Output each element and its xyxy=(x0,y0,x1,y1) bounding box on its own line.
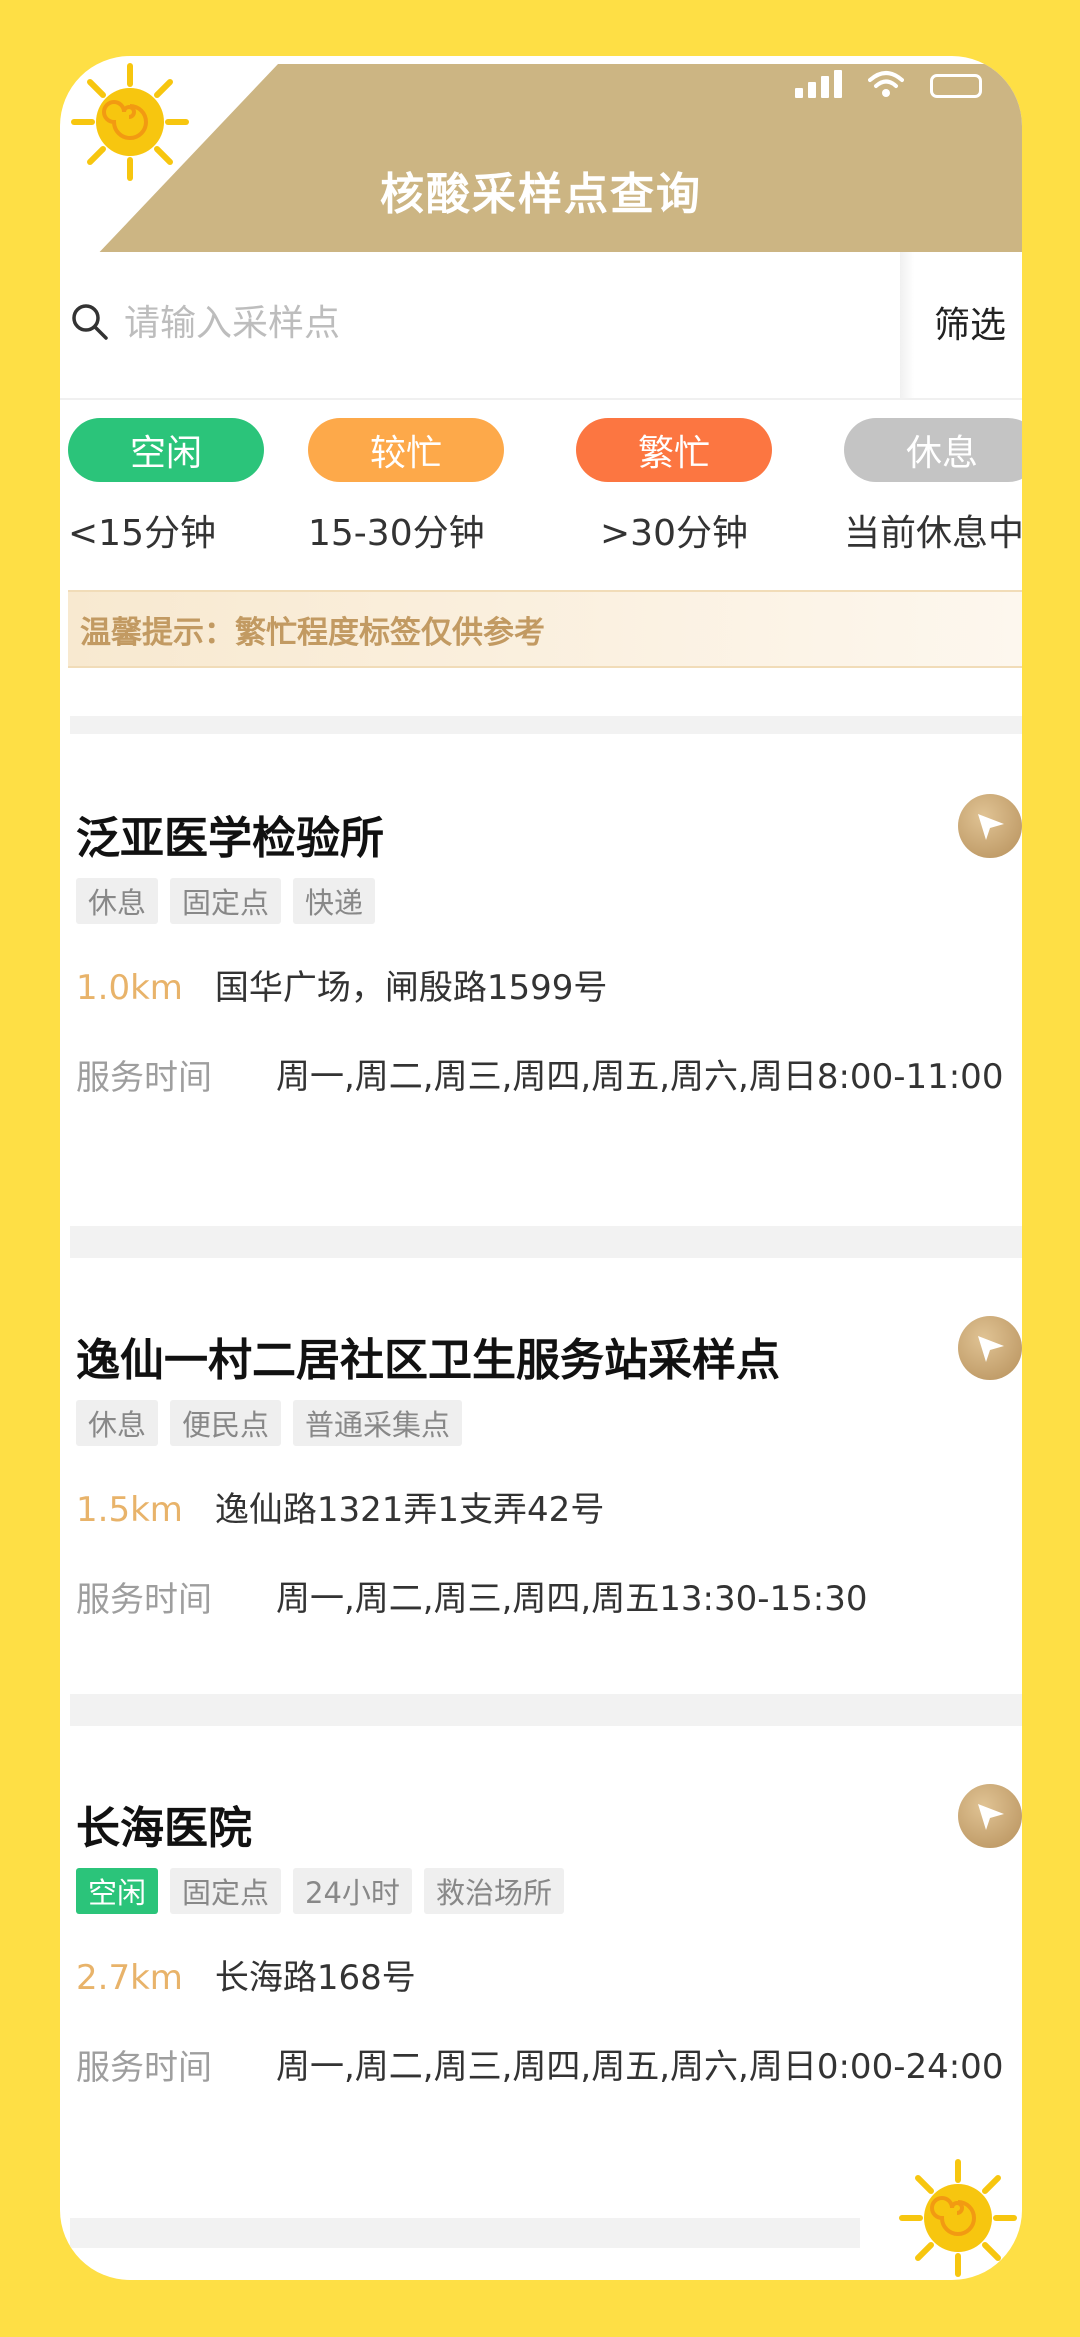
address: 国华广场，闸殷路1599号 xyxy=(214,968,608,1008)
sun-logo xyxy=(71,63,189,181)
site-card[interactable]: 泛亚医学检验所 休息 固定点 快递 1.0km 国华广场，闸殷路1599号 服务时… xyxy=(76,794,1022,1272)
sun-logo xyxy=(899,2159,1017,2277)
service-time-label: 服务时间 xyxy=(76,1580,212,1620)
service-time-label: 服务时间 xyxy=(76,2048,212,2088)
navigate-button[interactable] xyxy=(958,794,1022,858)
status-bar xyxy=(795,70,982,98)
search-icon xyxy=(72,304,108,340)
section-divider xyxy=(70,1226,1022,1258)
section-divider xyxy=(70,2218,860,2248)
battery-icon xyxy=(930,74,982,98)
distance: 2.7km xyxy=(76,1958,183,1998)
tag-feature: 24小时 xyxy=(293,1868,412,1914)
legend-busy: 较忙 15-30分钟 xyxy=(308,418,504,556)
search-input[interactable] xyxy=(122,292,936,354)
tag-type: 便民点 xyxy=(170,1400,282,1446)
address: 长海路168号 xyxy=(214,1958,416,1998)
legend-pill-idle: 空闲 xyxy=(68,418,264,482)
tag-list: 空闲 固定点 24小时 救治场所 xyxy=(76,1868,564,1914)
service-time: 周一,周二,周三,周四,周五,周六,周日8:00-11:00 xyxy=(276,1057,1004,1097)
tag-status: 休息 xyxy=(76,878,159,924)
tag-feature: 救治场所 xyxy=(423,1868,564,1914)
tag-feature: 快递 xyxy=(293,878,376,924)
legend-pill-busy: 较忙 xyxy=(308,418,504,482)
legend-pill-very-busy: 繁忙 xyxy=(576,418,772,482)
page-title: 核酸采样点查询 xyxy=(380,169,702,220)
legend-pill-rest: 休息 xyxy=(844,418,1022,482)
site-name: 泛亚医学检验所 xyxy=(76,813,384,864)
signal-icon xyxy=(795,70,842,98)
service-time-label: 服务时间 xyxy=(76,1058,212,1098)
tag-type: 固定点 xyxy=(170,878,282,924)
site-card[interactable]: 长海医院 空闲 固定点 24小时 救治场所 2.7km 长海路168号 服务时间 … xyxy=(76,1784,1022,2232)
legend-idle: 空闲 <15分钟 xyxy=(68,418,264,556)
app-screen: 核酸采样点查询 筛选 空闲 <15分钟 较忙 15-30分钟 繁忙 >30分钟 … xyxy=(60,56,1022,2280)
site-name: 逸仙一村二居社区卫生服务站采样点 xyxy=(76,1335,780,1386)
tip-banner: 温馨提示：繁忙程度标签仅供参考 xyxy=(68,590,1022,668)
address-row: 1.0km 国华广场，闸殷路1599号 xyxy=(76,960,607,1009)
legend-desc-idle: <15分钟 xyxy=(68,513,216,554)
filter-button[interactable]: 筛选 xyxy=(934,296,1006,348)
search-bar: 筛选 xyxy=(60,252,1022,400)
address: 逸仙路1321弄1支弄42号 xyxy=(214,1490,605,1530)
site-card[interactable]: 逸仙一村二居社区卫生服务站采样点 休息 便民点 普通采集点 1.5km 逸仙路13… xyxy=(76,1316,1022,1724)
legend-rest: 休息 当前休息中 xyxy=(844,418,1022,556)
tag-list: 休息 固定点 快递 xyxy=(76,878,376,924)
service-time: 周一,周二,周三,周四,周五13:30-15:30 xyxy=(276,1579,868,1619)
service-time: 周一,周二,周三,周四,周五,周六,周日0:00-24:00 xyxy=(276,2047,1004,2087)
search-divider xyxy=(900,252,914,398)
wifi-icon xyxy=(868,71,904,97)
legend-desc-busy: 15-30分钟 xyxy=(308,513,485,554)
legend-desc-rest: 当前休息中 xyxy=(844,513,1022,554)
legend-desc-very-busy: >30分钟 xyxy=(600,513,748,554)
site-name: 长海医院 xyxy=(76,1803,252,1854)
navigate-button[interactable] xyxy=(958,1316,1022,1380)
distance: 1.5km xyxy=(76,1490,183,1530)
navigate-button[interactable] xyxy=(958,1784,1022,1848)
navigate-arrow-icon xyxy=(978,1336,1004,1362)
section-divider xyxy=(70,1694,1022,1726)
tag-feature: 普通采集点 xyxy=(293,1400,463,1446)
address-row: 1.5km 逸仙路1321弄1支弄42号 xyxy=(76,1482,604,1531)
section-divider xyxy=(70,716,1022,734)
address-row: 2.7km 长海路168号 xyxy=(76,1950,416,1999)
navigate-arrow-icon xyxy=(978,814,1004,840)
tag-status: 休息 xyxy=(76,1400,159,1446)
navigate-arrow-icon xyxy=(978,1804,1004,1830)
legend-very-busy: 繁忙 >30分钟 xyxy=(576,418,772,556)
tag-status: 空闲 xyxy=(76,1868,159,1914)
tag-type: 固定点 xyxy=(170,1868,282,1914)
tag-list: 休息 便民点 普通采集点 xyxy=(76,1400,463,1446)
distance: 1.0km xyxy=(76,968,183,1008)
